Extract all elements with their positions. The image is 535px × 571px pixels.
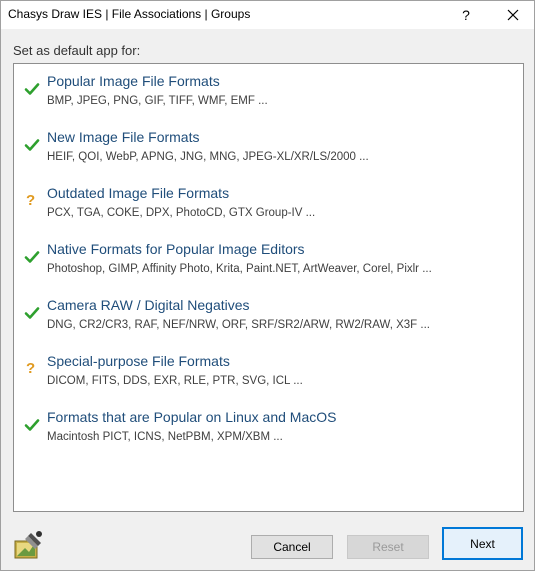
group-title: Native Formats for Popular Image Editors	[47, 241, 305, 257]
file-associations-dialog: Chasys Draw IES | File Associations | Gr…	[0, 0, 535, 571]
group-title: Popular Image File Formats	[47, 73, 220, 89]
close-icon	[507, 9, 519, 21]
group-item[interactable]: Native Formats for Popular Image Editors…	[14, 236, 523, 288]
group-item[interactable]: Popular Image File Formats BMP, JPEG, PNG…	[14, 68, 523, 120]
group-list: Popular Image File Formats BMP, JPEG, PNG…	[13, 63, 524, 512]
group-item[interactable]: ? Outdated Image File Formats PCX, TGA, CO…	[14, 180, 523, 232]
next-button[interactable]: Next	[442, 527, 523, 560]
group-title: Outdated Image File Formats	[47, 185, 230, 201]
group-extensions: Macintosh PICT, ICNS, NetPBM, XPM/XBM ..…	[47, 431, 283, 443]
group-item[interactable]: Camera RAW / Digital Negatives DNG, CR2/C…	[14, 292, 523, 344]
group-extensions: Photoshop, GIMP, Affinity Photo, Krita, …	[47, 263, 432, 275]
checkmark-icon	[24, 249, 40, 265]
group-title: Formats that are Popular on Linux and Ma…	[47, 409, 337, 425]
group-title: Special-purpose File Formats	[47, 353, 230, 369]
chasys-draw-logo	[13, 529, 45, 561]
checkmark-icon	[24, 81, 40, 97]
question-mark-icon: ?	[26, 360, 36, 377]
group-title: Camera RAW / Digital Negatives	[47, 297, 250, 313]
checkmark-icon	[24, 137, 40, 153]
group-extensions: DNG, CR2/CR3, RAF, NEF/NRW, ORF, SRF/SR2…	[47, 319, 430, 331]
cancel-button[interactable]: Cancel	[251, 535, 333, 559]
group-extensions: DICOM, FITS, DDS, EXR, RLE, PTR, SVG, IC…	[47, 375, 303, 387]
group-item[interactable]: New Image File Formats HEIF, QOI, WebP, A…	[14, 124, 523, 176]
group-item[interactable]: ? Special-purpose File Formats DICOM, FITS…	[14, 348, 523, 400]
group-extensions: HEIF, QOI, WebP, APNG, JNG, MNG, JPEG-XL…	[47, 151, 369, 163]
group-extensions: PCX, TGA, COKE, DPX, PhotoCD, GTX Group-…	[47, 207, 316, 219]
group-item[interactable]: Formats that are Popular on Linux and Ma…	[14, 404, 523, 456]
prompt-label: Set as default app for:	[13, 43, 141, 58]
window-title: Chasys Draw IES | File Associations | Gr…	[8, 7, 251, 21]
group-title: New Image File Formats	[47, 129, 200, 145]
close-button[interactable]	[497, 1, 529, 29]
checkmark-icon	[24, 305, 40, 321]
reset-button: Reset	[347, 535, 429, 559]
group-extensions: BMP, JPEG, PNG, GIF, TIFF, WMF, EMF ...	[47, 95, 268, 107]
title-bar[interactable]: Chasys Draw IES | File Associations | Gr…	[1, 1, 534, 29]
help-button[interactable]: ?	[451, 1, 481, 29]
question-mark-icon: ?	[26, 192, 36, 209]
checkmark-icon	[24, 417, 40, 433]
